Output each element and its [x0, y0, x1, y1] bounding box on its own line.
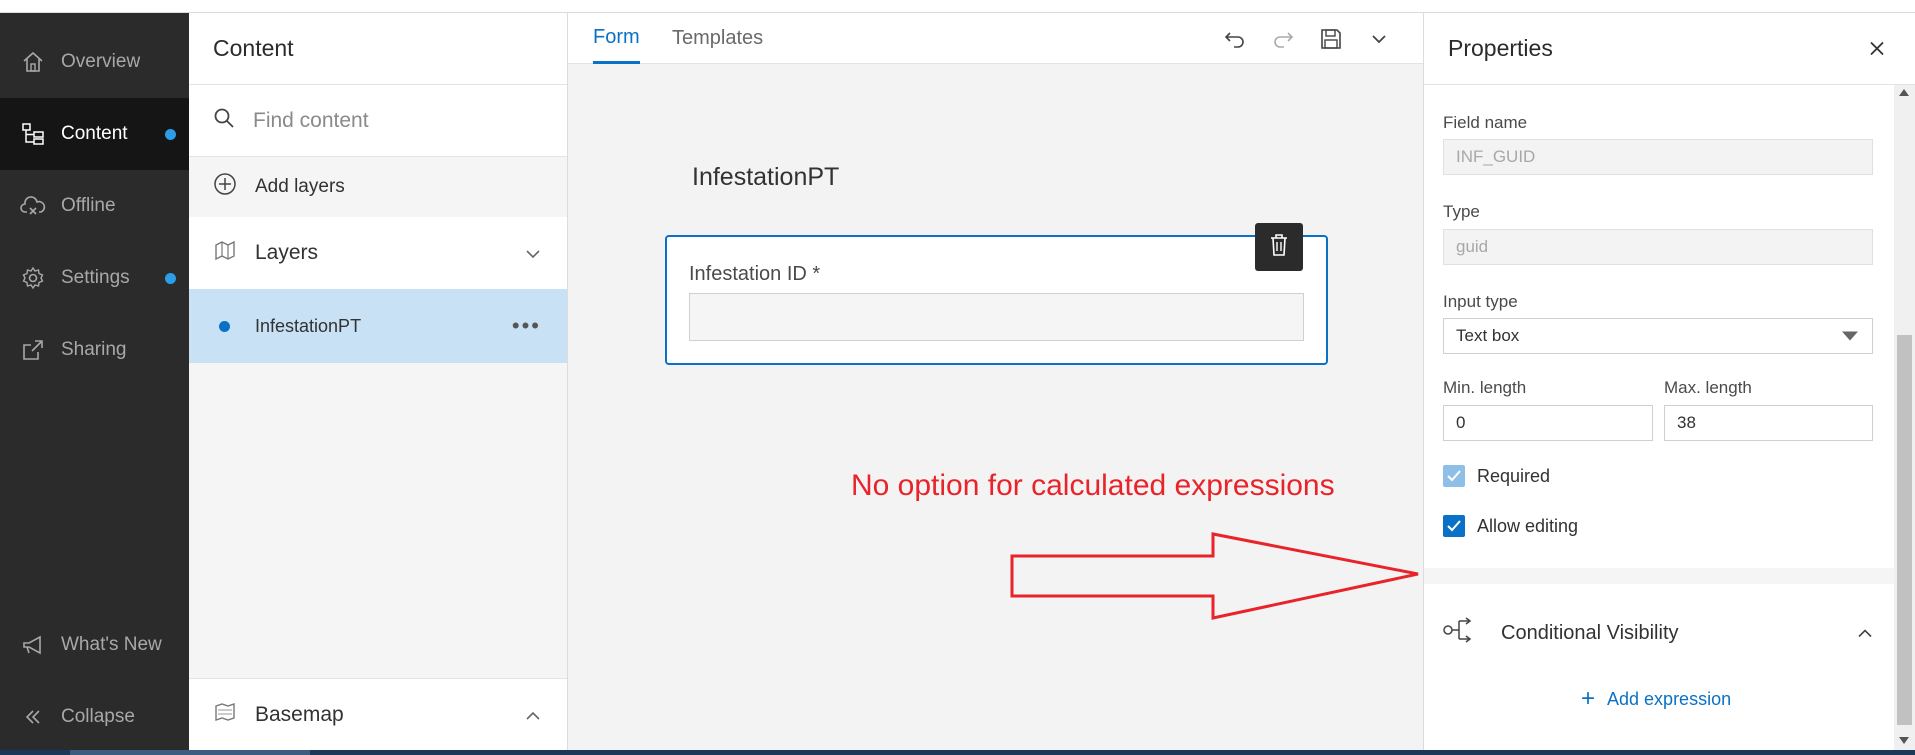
close-icon[interactable] — [1869, 35, 1885, 62]
chevron-down-icon[interactable] — [525, 241, 541, 265]
nav-item-content[interactable]: Content — [0, 98, 189, 170]
top-border — [0, 0, 1915, 13]
form-title: InfestationPT — [692, 163, 840, 191]
field-input-preview[interactable] — [689, 293, 1304, 341]
layers-label: Layers — [255, 241, 319, 264]
properties-scrollbar[interactable] — [1894, 85, 1915, 750]
field-name-input[interactable]: INF_GUID — [1443, 139, 1873, 175]
nav-item-label: Content — [61, 123, 128, 144]
tab-templates[interactable]: Templates — [672, 13, 763, 64]
dropdown-caret-icon — [1842, 331, 1858, 341]
properties-title: Properties — [1448, 35, 1553, 61]
scrollbar-thumb[interactable] — [1897, 335, 1912, 725]
collapse-label: Collapse — [61, 706, 135, 727]
required-checkbox-row[interactable]: Required — [1443, 465, 1550, 487]
max-length-input[interactable]: 38 — [1664, 405, 1873, 441]
field-name-label: Field name — [1443, 113, 1528, 132]
content-tree-icon — [18, 119, 48, 149]
nav-item-offline[interactable]: Offline — [0, 170, 189, 242]
required-checkbox[interactable] — [1443, 465, 1465, 487]
section-divider — [1424, 568, 1895, 584]
megaphone-icon — [18, 630, 48, 660]
layers-icon — [213, 238, 237, 268]
nav-item-settings[interactable]: Settings — [0, 242, 189, 314]
nav-item-label: Sharing — [61, 339, 127, 360]
chevron-up-icon[interactable] — [525, 703, 541, 727]
annotation-arrow — [1010, 532, 1419, 620]
add-layers-button[interactable]: Add layers — [189, 157, 567, 217]
nav-item-label: Offline — [61, 195, 116, 216]
layer-item-label: InfestationPT — [255, 315, 362, 336]
taskbar-highlight — [70, 750, 310, 755]
search-icon — [213, 107, 235, 134]
type-input[interactable]: guid — [1443, 229, 1873, 265]
layer-item-infestationpt[interactable]: InfestationPT ••• — [189, 289, 567, 363]
chevron-up-icon[interactable] — [1857, 622, 1873, 645]
input-type-label: Input type — [1443, 292, 1518, 311]
whats-new-button[interactable]: What's New — [0, 609, 189, 681]
conditional-visibility-label: Conditional Visibility — [1501, 621, 1679, 644]
basemap-label: Basemap — [255, 702, 344, 726]
gear-icon — [18, 263, 48, 293]
nav-item-sharing[interactable]: Sharing — [0, 314, 189, 386]
redo-icon[interactable] — [1267, 23, 1299, 55]
delete-field-button[interactable] — [1255, 223, 1303, 271]
notification-badge — [165, 128, 176, 140]
search-input[interactable]: Find content — [253, 109, 369, 133]
nav-item-label: Settings — [61, 267, 130, 288]
home-icon — [18, 47, 48, 77]
conditional-visibility-header[interactable]: Conditional Visibility — [1443, 603, 1883, 663]
layers-section-header[interactable]: Layers — [189, 217, 567, 289]
chevron-down-icon[interactable] — [1363, 23, 1395, 55]
conditional-branch-icon — [1443, 613, 1477, 653]
min-length-input[interactable]: 0 — [1443, 405, 1653, 441]
type-label: Type — [1443, 202, 1480, 221]
required-label: Required — [1477, 465, 1551, 486]
more-options-icon[interactable]: ••• — [512, 313, 541, 339]
tab-bar: Form Templates — [568, 13, 1423, 64]
double-chevron-left-icon — [18, 702, 48, 732]
nav-item-overview[interactable]: Overview — [0, 26, 189, 98]
collapse-button[interactable]: Collapse — [0, 681, 189, 753]
nav-item-label: Overview — [61, 51, 141, 72]
form-field-card[interactable]: Infestation ID * — [665, 235, 1328, 365]
scroll-up-arrow-icon[interactable] — [1899, 89, 1909, 96]
min-length-label: Min. length — [1443, 378, 1527, 397]
add-expression-button[interactable]: + Add expression — [1581, 685, 1731, 713]
tab-form[interactable]: Form — [593, 13, 640, 64]
layer-indicator-dot — [219, 320, 230, 332]
plus-icon: + — [1581, 685, 1596, 712]
input-type-value: Text box — [1456, 326, 1520, 345]
notification-badge — [165, 272, 176, 284]
field-label: Infestation ID * — [689, 263, 821, 285]
basemap-section-header[interactable]: Basemap — [189, 678, 567, 750]
cloud-offline-icon — [18, 191, 48, 221]
app-navigation: Overview Content Offline Settings Sharin… — [0, 13, 189, 750]
annotation-text: No option for calculated expressions — [851, 469, 1335, 502]
add-layers-label: Add layers — [255, 176, 345, 197]
max-length-label: Max. length — [1664, 378, 1752, 397]
whats-new-label: What's New — [61, 634, 162, 655]
content-panel-title: Content — [189, 13, 567, 85]
add-circle-icon — [213, 172, 237, 202]
allow-editing-label: Allow editing — [1477, 515, 1579, 536]
form-builder-canvas: Form Templates InfestationPT Infestation… — [568, 13, 1423, 750]
input-type-select[interactable]: Text box — [1443, 318, 1873, 354]
allow-editing-checkbox-row[interactable]: Allow editing — [1443, 515, 1578, 537]
add-expression-label: Add expression — [1607, 688, 1732, 709]
share-icon — [18, 335, 48, 365]
content-panel: Content Find content Add layers Layers I… — [189, 13, 568, 750]
basemap-icon — [213, 700, 237, 730]
scroll-down-arrow-icon[interactable] — [1899, 737, 1909, 744]
allow-editing-checkbox[interactable] — [1443, 515, 1465, 537]
undo-icon[interactable] — [1219, 23, 1251, 55]
properties-panel: Properties Field name INF_GUID Type guid… — [1423, 13, 1915, 750]
bottom-taskbar-strip — [0, 750, 1915, 755]
trash-icon — [1268, 233, 1290, 262]
properties-header: Properties — [1424, 13, 1915, 85]
save-icon[interactable] — [1315, 23, 1347, 55]
find-content-search[interactable]: Find content — [189, 85, 567, 157]
